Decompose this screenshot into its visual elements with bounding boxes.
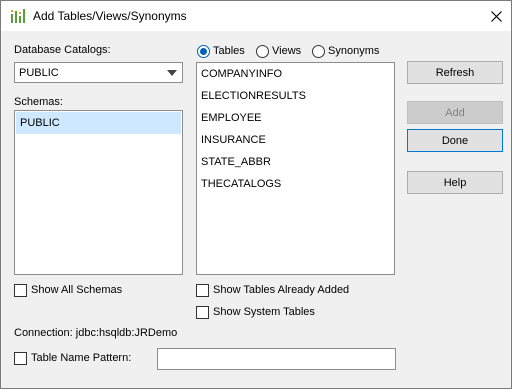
show-tables-added-checkbox[interactable] (196, 284, 209, 297)
list-item[interactable]: INSURANCE (201, 134, 266, 150)
chevron-down-icon (167, 70, 177, 76)
table-name-pattern-label: Table Name Pattern: (31, 352, 132, 364)
catalog-label: Database Catalogs: (14, 44, 111, 56)
views-radio[interactable] (256, 45, 269, 58)
synonyms-radio[interactable] (312, 45, 325, 58)
list-item[interactable]: EMPLOYEE (201, 112, 262, 128)
add-button[interactable]: Add (407, 101, 503, 124)
close-icon (490, 10, 502, 22)
refresh-button[interactable]: Refresh (407, 61, 503, 84)
list-item[interactable]: ELECTIONRESULTS (201, 90, 306, 106)
show-all-schemas-checkbox[interactable] (14, 284, 27, 297)
close-button[interactable] (481, 1, 511, 31)
show-tables-added-label: Show Tables Already Added (213, 284, 350, 296)
done-button[interactable]: Done (407, 129, 503, 152)
list-item[interactable]: THECATALOGS (201, 178, 281, 194)
list-item[interactable]: PUBLIC (16, 112, 181, 134)
list-item[interactable]: STATE_ABBR (201, 156, 271, 172)
catalog-selected-value: PUBLIC (19, 67, 59, 79)
views-radio-label: Views (272, 45, 302, 57)
tables-list[interactable]: COMPANYINFO ELECTIONRESULTS EMPLOYEE INS… (196, 62, 395, 275)
title-bar: Add Tables/Views/Synonyms (1, 1, 511, 31)
tables-radio[interactable] (197, 45, 210, 58)
help-button[interactable]: Help (407, 171, 503, 194)
table-name-pattern-input[interactable] (157, 348, 396, 370)
catalog-dropdown[interactable]: PUBLIC (14, 62, 183, 83)
schemas-list[interactable]: PUBLIC (14, 110, 183, 275)
schemas-label: Schemas: (14, 96, 63, 108)
dialog-window: Add Tables/Views/Synonyms Database Catal… (0, 0, 512, 389)
app-icon (10, 8, 28, 24)
list-item[interactable]: COMPANYINFO (201, 68, 282, 84)
table-name-pattern-checkbox[interactable] (14, 352, 27, 365)
show-system-tables-checkbox[interactable] (196, 306, 209, 319)
synonyms-radio-label: Synonyms (328, 45, 380, 57)
show-all-schemas-label: Show All Schemas (31, 284, 123, 296)
show-system-tables-label: Show System Tables (213, 306, 315, 318)
window-title: Add Tables/Views/Synonyms (33, 9, 187, 23)
tables-radio-label: Tables (213, 45, 245, 57)
connection-text: Connection: jdbc:hsqldb:JRDemo (14, 327, 178, 339)
